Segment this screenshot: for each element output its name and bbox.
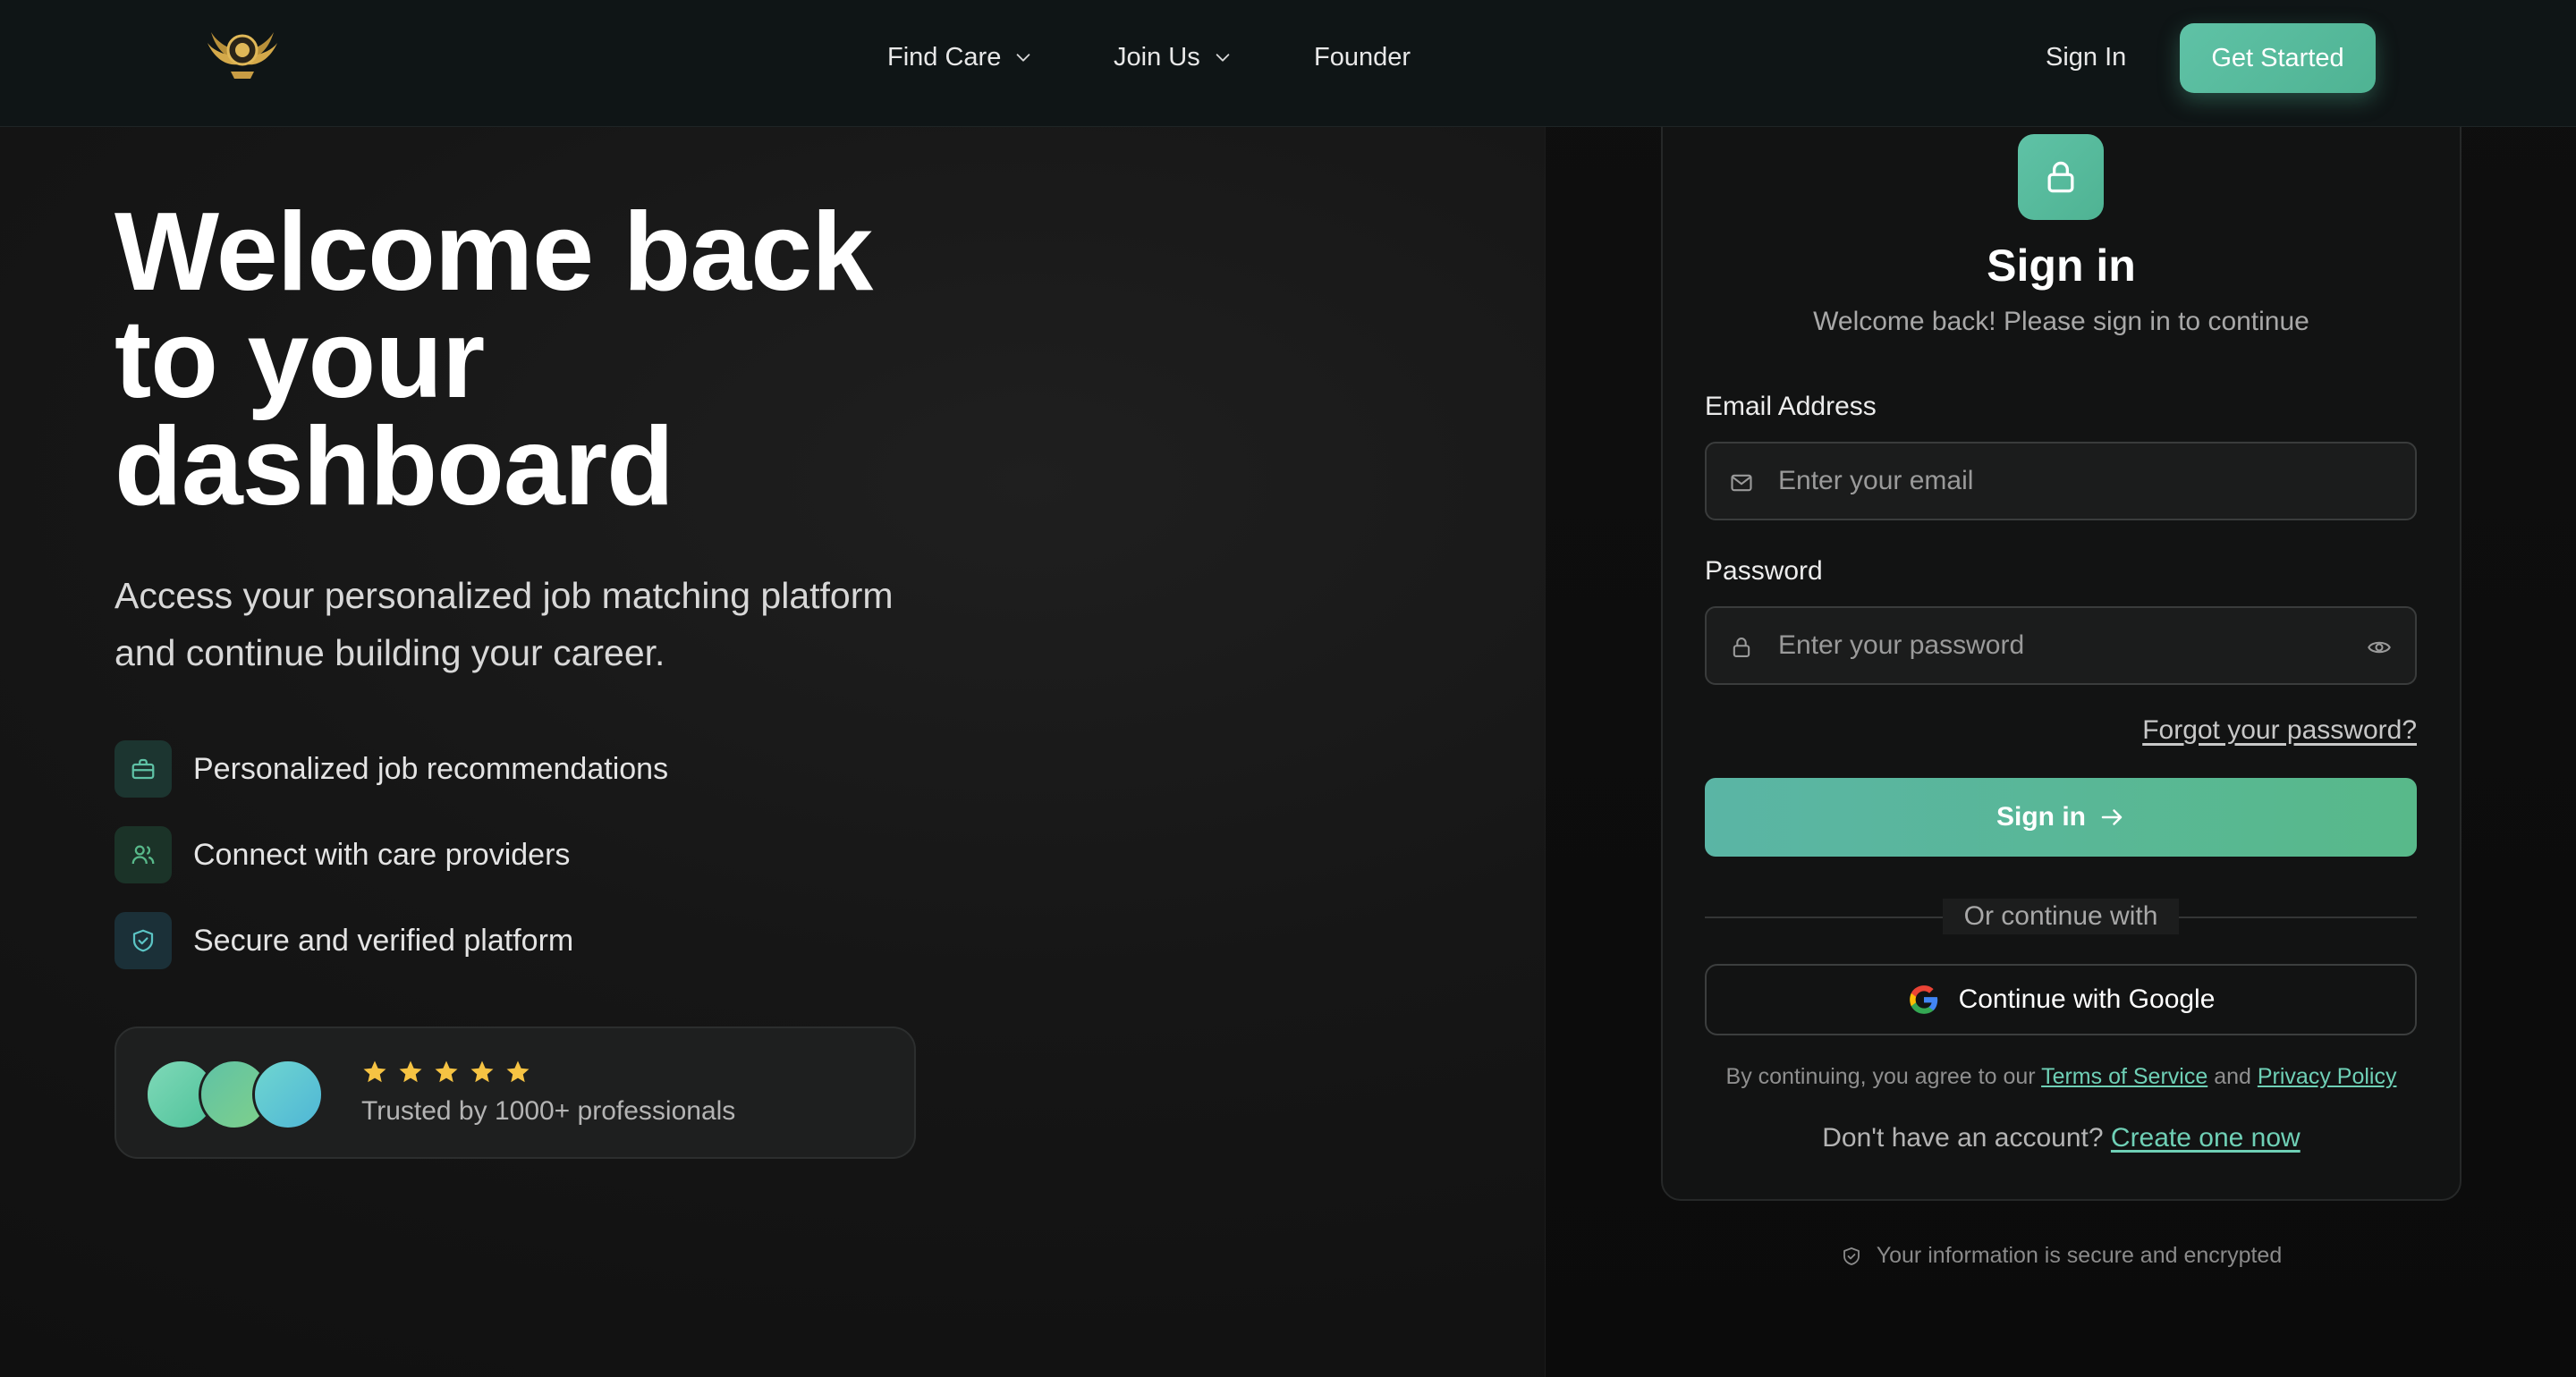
winged-emblem-icon[interactable] (204, 23, 281, 84)
nav-founder-label: Founder (1314, 42, 1411, 72)
secure-note-text: Your information is secure and encrypted (1876, 1243, 2283, 1268)
star-icon (363, 1060, 386, 1083)
shield-check-icon (114, 912, 172, 969)
feature-label: Secure and verified platform (193, 923, 574, 958)
trust-text: Trusted by 1000+ professionals (361, 1096, 736, 1126)
hero-title-line: dashboard (114, 405, 674, 528)
email-input[interactable] (1778, 444, 2315, 519)
hero-subtitle: Access your personalized job matching pl… (114, 575, 894, 673)
arrow-right-icon (2101, 809, 2123, 825)
nav-find-care-label: Find Care (887, 42, 1002, 72)
secure-note: Your information is secure and encrypted (1661, 1243, 2462, 1269)
star-icon (435, 1060, 458, 1083)
terms-and: and (2214, 1064, 2251, 1089)
create-account-link[interactable]: Create one now (2111, 1123, 2301, 1153)
nav-sign-in-link[interactable]: Sign In (2046, 39, 2126, 75)
terms-prefix: By continuing, you agree to our (1725, 1064, 2036, 1089)
sign-in-button[interactable]: Sign in (1705, 778, 2417, 857)
mail-icon (1731, 474, 1752, 492)
lock-icon (2018, 134, 2104, 220)
signup-prompt: Don't have an account? Create one now (1661, 1123, 2462, 1153)
divider-line (2179, 917, 2417, 918)
email-label: Email Address (1705, 392, 1877, 421)
terms-of-service-link[interactable]: Terms of Service (2041, 1064, 2207, 1089)
divider-line (1705, 917, 1943, 918)
sign-in-title: Sign in (1987, 241, 2136, 291)
privacy-policy-link[interactable]: Privacy Policy (2258, 1064, 2397, 1089)
trust-card: Trusted by 1000+ professionals (114, 1026, 916, 1159)
star-icon (470, 1060, 494, 1083)
password-field[interactable] (1705, 606, 2417, 685)
get-started-button[interactable]: Get Started (2180, 23, 2376, 93)
divider-text: Or continue with (1943, 899, 2179, 934)
google-button-label: Continue with Google (1958, 984, 2216, 1014)
signup-prompt-text: Don't have an account? (1822, 1123, 2104, 1153)
nav-join-us[interactable]: Join Us (1114, 39, 1233, 75)
eye-icon[interactable] (2365, 635, 2394, 660)
feature-label: Connect with care providers (193, 837, 571, 872)
star-icon (399, 1060, 422, 1083)
feature-item: Secure and verified platform (114, 912, 573, 969)
lock-icon (1733, 638, 1750, 657)
users-icon (114, 826, 172, 883)
terms-text: By continuing, you agree to our Terms of… (1661, 1064, 2462, 1090)
chevron-down-icon (1016, 54, 1030, 62)
feature-item: Connect with care providers (114, 826, 570, 883)
email-field[interactable] (1705, 442, 2417, 520)
avatar (252, 1059, 324, 1130)
chevron-down-icon (1216, 54, 1230, 62)
nav-join-us-label: Join Us (1114, 42, 1200, 72)
password-input[interactable] (1778, 608, 2315, 683)
briefcase-icon (114, 740, 172, 798)
shield-check-icon (1843, 1246, 1860, 1265)
feature-item: Personalized job recommendations (114, 740, 668, 798)
hero-title: Welcome back to your dashboard (114, 190, 1009, 528)
hero-title-line: to your (114, 298, 485, 421)
top-navbar: Find Care Join Us Founder Sign In Get St… (0, 0, 2576, 127)
hero-title-line: Welcome back (114, 190, 873, 314)
forgot-password-link[interactable]: Forgot your password? (2138, 715, 2417, 746)
nav-founder[interactable]: Founder (1314, 39, 1411, 75)
password-label: Password (1705, 556, 1823, 586)
sign-in-subtitle: Welcome back! Please sign in to continue (1813, 307, 2309, 336)
sign-in-button-label: Sign in (1996, 802, 2086, 832)
star-rating (361, 1059, 531, 1086)
continue-with-google-button[interactable]: Continue with Google (1705, 964, 2417, 1035)
google-icon (1909, 985, 1937, 1014)
feature-label: Personalized job recommendations (193, 751, 669, 786)
star-icon (506, 1060, 530, 1083)
nav-find-care[interactable]: Find Care (887, 39, 1033, 75)
